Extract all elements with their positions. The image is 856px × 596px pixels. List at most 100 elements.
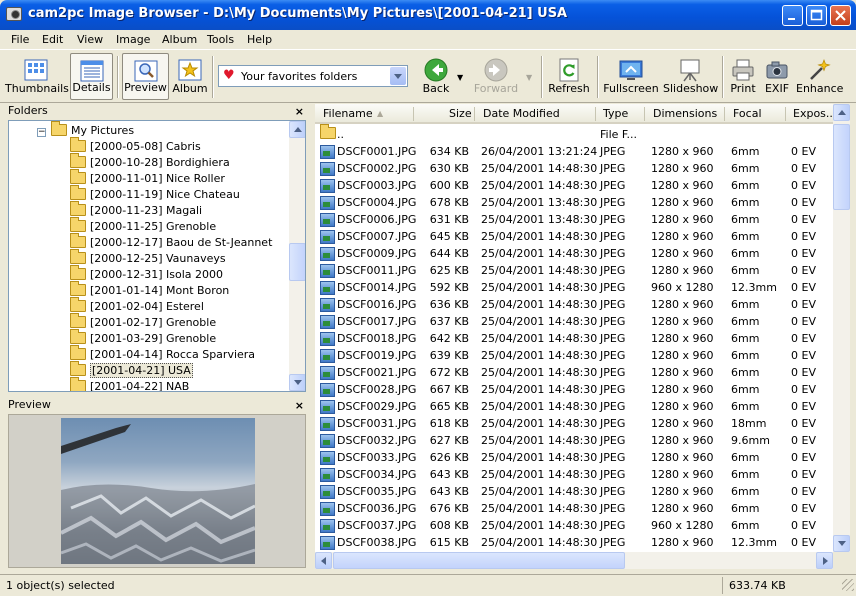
print-button[interactable]: Print bbox=[727, 53, 759, 100]
details-button[interactable]: Details bbox=[70, 53, 113, 100]
file-row[interactable]: DSCF0017.JPG 637 KB 25/04/2001 14:48:30 JPE… bbox=[315, 313, 833, 330]
menu-view[interactable]: View bbox=[77, 33, 103, 46]
file-row[interactable]: DSCF0001.JPG 634 KB 26/04/2001 13:21:24 JPE… bbox=[315, 143, 833, 160]
tree-folder-item[interactable]: [2001-03-29] Grenoble bbox=[70, 329, 216, 348]
file-row[interactable]: DSCF0004.JPG 678 KB 25/04/2001 13:48:30 JPE… bbox=[315, 194, 833, 211]
thumbnails-button[interactable]: Thumbnails bbox=[5, 53, 69, 100]
scroll-thumb[interactable] bbox=[333, 552, 625, 569]
parent-folder-row[interactable]: .. File F... bbox=[315, 124, 833, 143]
tree-folder-item[interactable]: [2000-10-28] Bordighiera bbox=[70, 153, 230, 172]
enhance-button[interactable]: Enhance bbox=[796, 53, 843, 100]
folder-tree[interactable]: − My Pictures [2000-05-08] Cabris [2000-10… bbox=[8, 120, 306, 392]
tree-folder-item[interactable]: [2001-04-14] Rocca Sparviera bbox=[70, 345, 255, 364]
maximize-button[interactable] bbox=[806, 5, 827, 26]
menu-file[interactable]: File bbox=[11, 33, 29, 46]
forward-button[interactable]: Forward bbox=[472, 53, 520, 100]
file-row[interactable]: DSCF0029.JPG 665 KB 25/04/2001 14:48:30 JPE… bbox=[315, 398, 833, 415]
file-row[interactable]: DSCF0018.JPG 642 KB 25/04/2001 14:48:30 JPE… bbox=[315, 330, 833, 347]
column-divider[interactable] bbox=[644, 107, 645, 121]
back-button[interactable]: Back bbox=[418, 53, 454, 100]
column-divider[interactable] bbox=[595, 107, 596, 121]
file-row[interactable]: DSCF0006.JPG 631 KB 25/04/2001 13:48:30 JPE… bbox=[315, 211, 833, 228]
column-date-modified[interactable]: Date Modified bbox=[483, 107, 560, 120]
column-divider[interactable] bbox=[724, 107, 725, 121]
column-filename[interactable]: Filename bbox=[323, 107, 373, 120]
tree-root-my-pictures[interactable]: − My Pictures bbox=[37, 121, 134, 140]
file-list-vertical-scrollbar[interactable] bbox=[833, 104, 850, 552]
refresh-button[interactable]: Refresh bbox=[546, 53, 592, 100]
title-bar[interactable]: cam2pc Image Browser - D:\My Documents\M… bbox=[0, 0, 856, 30]
tree-folder-item[interactable]: [2001-01-14] Mont Boron bbox=[70, 281, 229, 300]
tree-folder-item[interactable]: [2000-11-19] Nice Chateau bbox=[70, 185, 240, 204]
file-row[interactable]: DSCF0016.JPG 636 KB 25/04/2001 14:48:30 JPE… bbox=[315, 296, 833, 313]
collapse-minus-icon[interactable]: − bbox=[37, 128, 46, 137]
menu-edit[interactable]: Edit bbox=[42, 33, 63, 46]
file-row[interactable]: DSCF0009.JPG 644 KB 25/04/2001 14:48:30 JPE… bbox=[315, 245, 833, 262]
file-row[interactable]: DSCF0034.JPG 643 KB 25/04/2001 14:48:30 JPE… bbox=[315, 466, 833, 483]
scroll-down-button[interactable] bbox=[289, 374, 305, 391]
tree-folder-item[interactable]: [2001-02-17] Grenoble bbox=[70, 313, 216, 332]
column-focal[interactable]: Focal bbox=[733, 107, 762, 120]
tree-folder-item[interactable]: [2001-04-22] NAB bbox=[70, 377, 189, 391]
slideshow-button[interactable]: Slideshow bbox=[663, 53, 718, 100]
file-row[interactable]: DSCF0011.JPG 625 KB 25/04/2001 14:48:30 JPE… bbox=[315, 262, 833, 279]
close-window-button[interactable] bbox=[830, 5, 851, 26]
file-row[interactable]: DSCF0019.JPG 639 KB 25/04/2001 14:48:30 JPE… bbox=[315, 347, 833, 364]
column-exposure[interactable]: Expos... bbox=[793, 107, 833, 120]
back-dropdown-icon[interactable]: ▼ bbox=[457, 73, 463, 82]
column-divider[interactable] bbox=[413, 107, 414, 121]
tree-folder-item[interactable]: [2001-02-04] Esterel bbox=[70, 297, 204, 316]
file-list-horizontal-scrollbar[interactable] bbox=[315, 552, 833, 569]
tree-folder-item[interactable]: [2001-04-21] USA bbox=[70, 361, 193, 380]
file-row[interactable]: DSCF0032.JPG 627 KB 25/04/2001 14:48:30 JPE… bbox=[315, 432, 833, 449]
file-row[interactable]: DSCF0033.JPG 626 KB 25/04/2001 14:48:30 JPE… bbox=[315, 449, 833, 466]
file-list[interactable]: Filename ▲ Size Date Modified Type Dimen… bbox=[315, 104, 833, 552]
file-row[interactable]: DSCF0037.JPG 608 KB 25/04/2001 14:48:30 JPE… bbox=[315, 517, 833, 534]
scroll-up-button[interactable] bbox=[289, 121, 305, 138]
file-row[interactable]: DSCF0007.JPG 645 KB 25/04/2001 14:48:30 JPE… bbox=[315, 228, 833, 245]
menu-help[interactable]: Help bbox=[247, 33, 272, 46]
column-divider[interactable] bbox=[785, 107, 786, 121]
scroll-left-button[interactable] bbox=[315, 552, 332, 569]
tree-folder-item[interactable]: [2000-12-17] Baou de St-Jeannet bbox=[70, 233, 272, 252]
column-dimensions[interactable]: Dimensions bbox=[653, 107, 717, 120]
minimize-button[interactable] bbox=[782, 5, 803, 26]
menu-tools[interactable]: Tools bbox=[207, 33, 234, 46]
preview-button[interactable]: Preview bbox=[122, 53, 169, 100]
file-row[interactable]: DSCF0035.JPG 643 KB 25/04/2001 14:48:30 JPE… bbox=[315, 483, 833, 500]
tree-folder-item[interactable]: [2000-11-25] Grenoble bbox=[70, 217, 216, 236]
menu-image[interactable]: Image bbox=[116, 33, 150, 46]
favorites-folders-combo[interactable]: ♥ Your favorites folders bbox=[218, 65, 408, 87]
chevron-down-icon[interactable] bbox=[390, 67, 406, 85]
file-row[interactable]: DSCF0003.JPG 600 KB 25/04/2001 14:48:30 JPE… bbox=[315, 177, 833, 194]
fullscreen-button[interactable]: Fullscreen bbox=[602, 53, 660, 100]
tree-folder-item[interactable]: [2000-12-31] Isola 2000 bbox=[70, 265, 223, 284]
file-row[interactable]: DSCF0031.JPG 618 KB 25/04/2001 14:48:30 JPE… bbox=[315, 415, 833, 432]
file-row[interactable]: DSCF0002.JPG 630 KB 25/04/2001 14:48:30 JPE… bbox=[315, 160, 833, 177]
folders-panel-close-button[interactable]: × bbox=[295, 105, 304, 118]
resize-grip[interactable] bbox=[842, 579, 854, 591]
file-row[interactable]: DSCF0014.JPG 592 KB 25/04/2001 14:48:30 JPE… bbox=[315, 279, 833, 296]
file-row[interactable]: DSCF0021.JPG 672 KB 25/04/2001 14:48:30 JPE… bbox=[315, 364, 833, 381]
menu-album[interactable]: Album bbox=[162, 33, 197, 46]
preview-image-aerial-mountains[interactable] bbox=[61, 418, 255, 564]
scroll-right-button[interactable] bbox=[816, 552, 833, 569]
folder-tree-scrollbar[interactable] bbox=[289, 121, 305, 391]
column-size[interactable]: Size bbox=[449, 107, 472, 120]
column-type[interactable]: Type bbox=[603, 107, 628, 120]
exif-button[interactable]: EXIF bbox=[762, 53, 792, 100]
preview-panel-close-button[interactable]: × bbox=[295, 399, 304, 412]
tree-folder-item[interactable]: [2000-11-01] Nice Roller bbox=[70, 169, 225, 188]
tree-folder-item[interactable]: [2000-11-23] Magali bbox=[70, 201, 202, 220]
file-row[interactable]: DSCF0036.JPG 676 KB 25/04/2001 14:48:30 JPE… bbox=[315, 500, 833, 517]
album-button[interactable]: Album bbox=[172, 53, 208, 100]
scroll-thumb[interactable] bbox=[833, 124, 850, 210]
file-row[interactable]: DSCF0038.JPG 615 KB 25/04/2001 14:48:30 JPE… bbox=[315, 534, 833, 551]
file-row[interactable]: DSCF0028.JPG 667 KB 25/04/2001 14:48:30 JPE… bbox=[315, 381, 833, 398]
forward-dropdown-icon[interactable]: ▼ bbox=[526, 73, 532, 82]
scroll-up-button[interactable] bbox=[833, 104, 850, 121]
scroll-thumb[interactable] bbox=[289, 243, 305, 281]
tree-folder-item[interactable]: [2000-05-08] Cabris bbox=[70, 137, 201, 156]
tree-folder-item[interactable]: [2000-12-25] Vaunaveys bbox=[70, 249, 226, 268]
column-divider[interactable] bbox=[474, 107, 475, 121]
